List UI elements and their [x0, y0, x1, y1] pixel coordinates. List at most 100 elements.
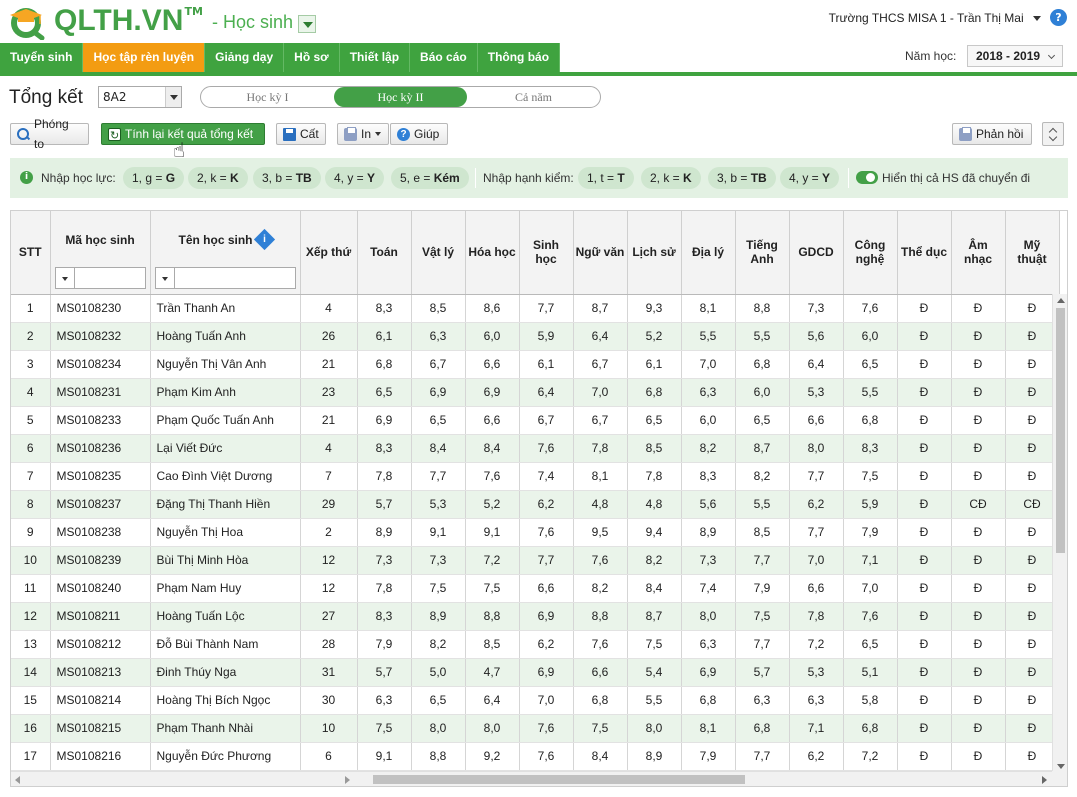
- table-cell[interactable]: 7,6: [573, 630, 628, 659]
- table-row[interactable]: 4 MS0108231 Phạm Kim Anh 23 6,5 6,9 6,9 6,4 7,0 6…: [11, 378, 1060, 407]
- academic-grade-chip[interactable]: 1, g = G: [123, 167, 185, 189]
- table-cell[interactable]: 6,5: [735, 406, 790, 435]
- table-cell[interactable]: 4,7: [465, 658, 520, 687]
- table-cell[interactable]: 6,9: [411, 378, 466, 407]
- table-cell[interactable]: 12: [300, 546, 358, 575]
- table-cell[interactable]: 7,7: [519, 546, 574, 575]
- nav-tab[interactable]: Thiết lập: [339, 43, 411, 72]
- scroll-left-icon[interactable]: [15, 776, 20, 784]
- nav-tab[interactable]: Tuyển sinh: [0, 43, 84, 72]
- table-cell[interactable]: 5,7: [357, 658, 412, 687]
- table-row[interactable]: 10 MS0108239 Bùi Thị Minh Hòa 12 7,3 7,3 7,2 7,…: [11, 546, 1060, 575]
- term-tab[interactable]: Cả năm: [467, 87, 600, 107]
- table-cell[interactable]: Đ: [897, 742, 952, 771]
- table-cell[interactable]: 7,3: [681, 546, 736, 575]
- table-cell[interactable]: 6,9: [519, 602, 574, 631]
- table-cell[interactable]: 7,9: [681, 742, 736, 771]
- vertical-scrollbar[interactable]: [1052, 294, 1067, 773]
- info-icon[interactable]: [253, 229, 275, 251]
- table-cell[interactable]: 6,7: [573, 406, 628, 435]
- table-cell[interactable]: Đ: [1005, 294, 1060, 323]
- table-cell[interactable]: 8,9: [357, 518, 412, 547]
- table-cell[interactable]: 6,7: [573, 350, 628, 379]
- table-row[interactable]: 15 MS0108214 Hoàng Thị Bích Ngọc 30 6,3 6,5 6,…: [11, 686, 1060, 715]
- table-cell[interactable]: Đ: [1005, 742, 1060, 771]
- table-row[interactable]: 16 MS0108215 Phạm Thanh Nhài 10 7,5 8,0 8,0 7,6…: [11, 714, 1060, 743]
- print-button[interactable]: In: [337, 123, 389, 145]
- table-cell[interactable]: Đ: [1005, 518, 1060, 547]
- table-cell[interactable]: 7,4: [681, 574, 736, 603]
- table-cell[interactable]: 6,0: [735, 378, 790, 407]
- table-cell[interactable]: 6,8: [843, 406, 898, 435]
- table-cell[interactable]: 5,1: [843, 658, 898, 687]
- table-cell[interactable]: Đ: [951, 378, 1006, 407]
- table-cell[interactable]: 6,5: [411, 406, 466, 435]
- table-cell[interactable]: 7,6: [519, 518, 574, 547]
- table-cell[interactable]: 6,6: [465, 350, 520, 379]
- table-cell[interactable]: Đ: [1005, 322, 1060, 351]
- table-cell[interactable]: 6,6: [519, 574, 574, 603]
- table-cell[interactable]: 5,4: [627, 658, 682, 687]
- table-cell[interactable]: Đ: [897, 574, 952, 603]
- table-cell[interactable]: 6,1: [357, 322, 412, 351]
- nav-tab[interactable]: Báo cáo: [410, 43, 478, 72]
- table-cell[interactable]: Đ: [897, 322, 952, 351]
- table-cell[interactable]: 27: [300, 602, 358, 631]
- table-cell[interactable]: 6,9: [357, 406, 412, 435]
- table-cell[interactable]: 6,8: [627, 378, 682, 407]
- table-cell[interactable]: 7,2: [465, 546, 520, 575]
- class-select[interactable]: 8A2: [98, 86, 182, 108]
- table-cell[interactable]: 8,4: [627, 574, 682, 603]
- feedback-button[interactable]: Phản hồi: [952, 123, 1032, 145]
- column-header[interactable]: Xếp thứ: [300, 211, 358, 295]
- table-cell[interactable]: Đ: [897, 686, 952, 715]
- table-cell[interactable]: 6,8: [843, 714, 898, 743]
- conduct-grade-chip[interactable]: 3, b = TB: [708, 167, 776, 189]
- column-header[interactable]: Mỹ thuật: [1005, 211, 1060, 295]
- table-row[interactable]: 8 MS0108237 Đặng Thị Thanh Hiền 29 5,7 5,3 5,2…: [11, 490, 1060, 519]
- table-cell[interactable]: 6,7: [519, 406, 574, 435]
- table-cell[interactable]: 9,5: [573, 518, 628, 547]
- table-cell[interactable]: 5,5: [735, 322, 790, 351]
- table-row[interactable]: 2 MS0108232 Hoàng Tuấn Anh 26 6,1 6,3 6,0 5,9 6,…: [11, 322, 1060, 351]
- table-cell[interactable]: Đ: [897, 602, 952, 631]
- table-cell[interactable]: 7,7: [789, 518, 844, 547]
- filter-operator-dropdown[interactable]: [154, 267, 175, 289]
- table-cell[interactable]: 8,2: [573, 574, 628, 603]
- table-cell[interactable]: Đ: [1005, 658, 1060, 687]
- table-cell[interactable]: Đ: [1005, 602, 1060, 631]
- table-cell[interactable]: 6,5: [627, 406, 682, 435]
- table-cell[interactable]: 6,4: [573, 322, 628, 351]
- table-cell[interactable]: 8,0: [627, 714, 682, 743]
- term-tab[interactable]: Học kỳ I: [201, 87, 334, 107]
- table-cell[interactable]: 6,3: [789, 686, 844, 715]
- table-cell[interactable]: 7,7: [519, 294, 574, 323]
- table-cell[interactable]: 6,9: [681, 658, 736, 687]
- help-question-icon[interactable]: ?: [1050, 9, 1067, 26]
- nav-tab[interactable]: Thông báo: [477, 43, 561, 72]
- table-cell[interactable]: Đ: [951, 546, 1006, 575]
- table-cell[interactable]: 7,9: [357, 630, 412, 659]
- table-cell[interactable]: Đ: [897, 378, 952, 407]
- expand-collapse-toggle[interactable]: [1042, 122, 1064, 146]
- academic-grade-chip[interactable]: 5, e = Kém: [391, 167, 469, 189]
- table-cell[interactable]: 7,5: [843, 462, 898, 491]
- scroll-right-icon[interactable]: [345, 776, 350, 784]
- table-cell[interactable]: 21: [300, 350, 358, 379]
- filter-input[interactable]: [74, 267, 146, 289]
- table-cell[interactable]: 6,5: [843, 350, 898, 379]
- column-header[interactable]: Mã học sinh: [50, 211, 151, 295]
- table-cell[interactable]: 7,9: [735, 574, 790, 603]
- table-cell[interactable]: 4,8: [627, 490, 682, 519]
- table-cell[interactable]: Đ: [897, 490, 952, 519]
- horizontal-scroll-thumb[interactable]: [373, 775, 745, 784]
- table-row[interactable]: 7 MS0108235 Cao Đình Việt Dương 7 7,8 7,7 7,6 7…: [11, 462, 1060, 491]
- table-cell[interactable]: 6,8: [735, 350, 790, 379]
- academic-grade-chip[interactable]: 2, k = K: [188, 167, 248, 189]
- table-cell[interactable]: Đ: [1005, 434, 1060, 463]
- table-row[interactable]: 6 MS0108236 Lại Viết Đức 4 8,3 8,4 8,4 7,6 7,8 8,…: [11, 434, 1060, 463]
- table-cell[interactable]: 5,7: [357, 490, 412, 519]
- table-cell[interactable]: 7,6: [573, 546, 628, 575]
- table-cell[interactable]: 6,3: [681, 630, 736, 659]
- school-year-select[interactable]: 2018 - 2019: [967, 45, 1063, 67]
